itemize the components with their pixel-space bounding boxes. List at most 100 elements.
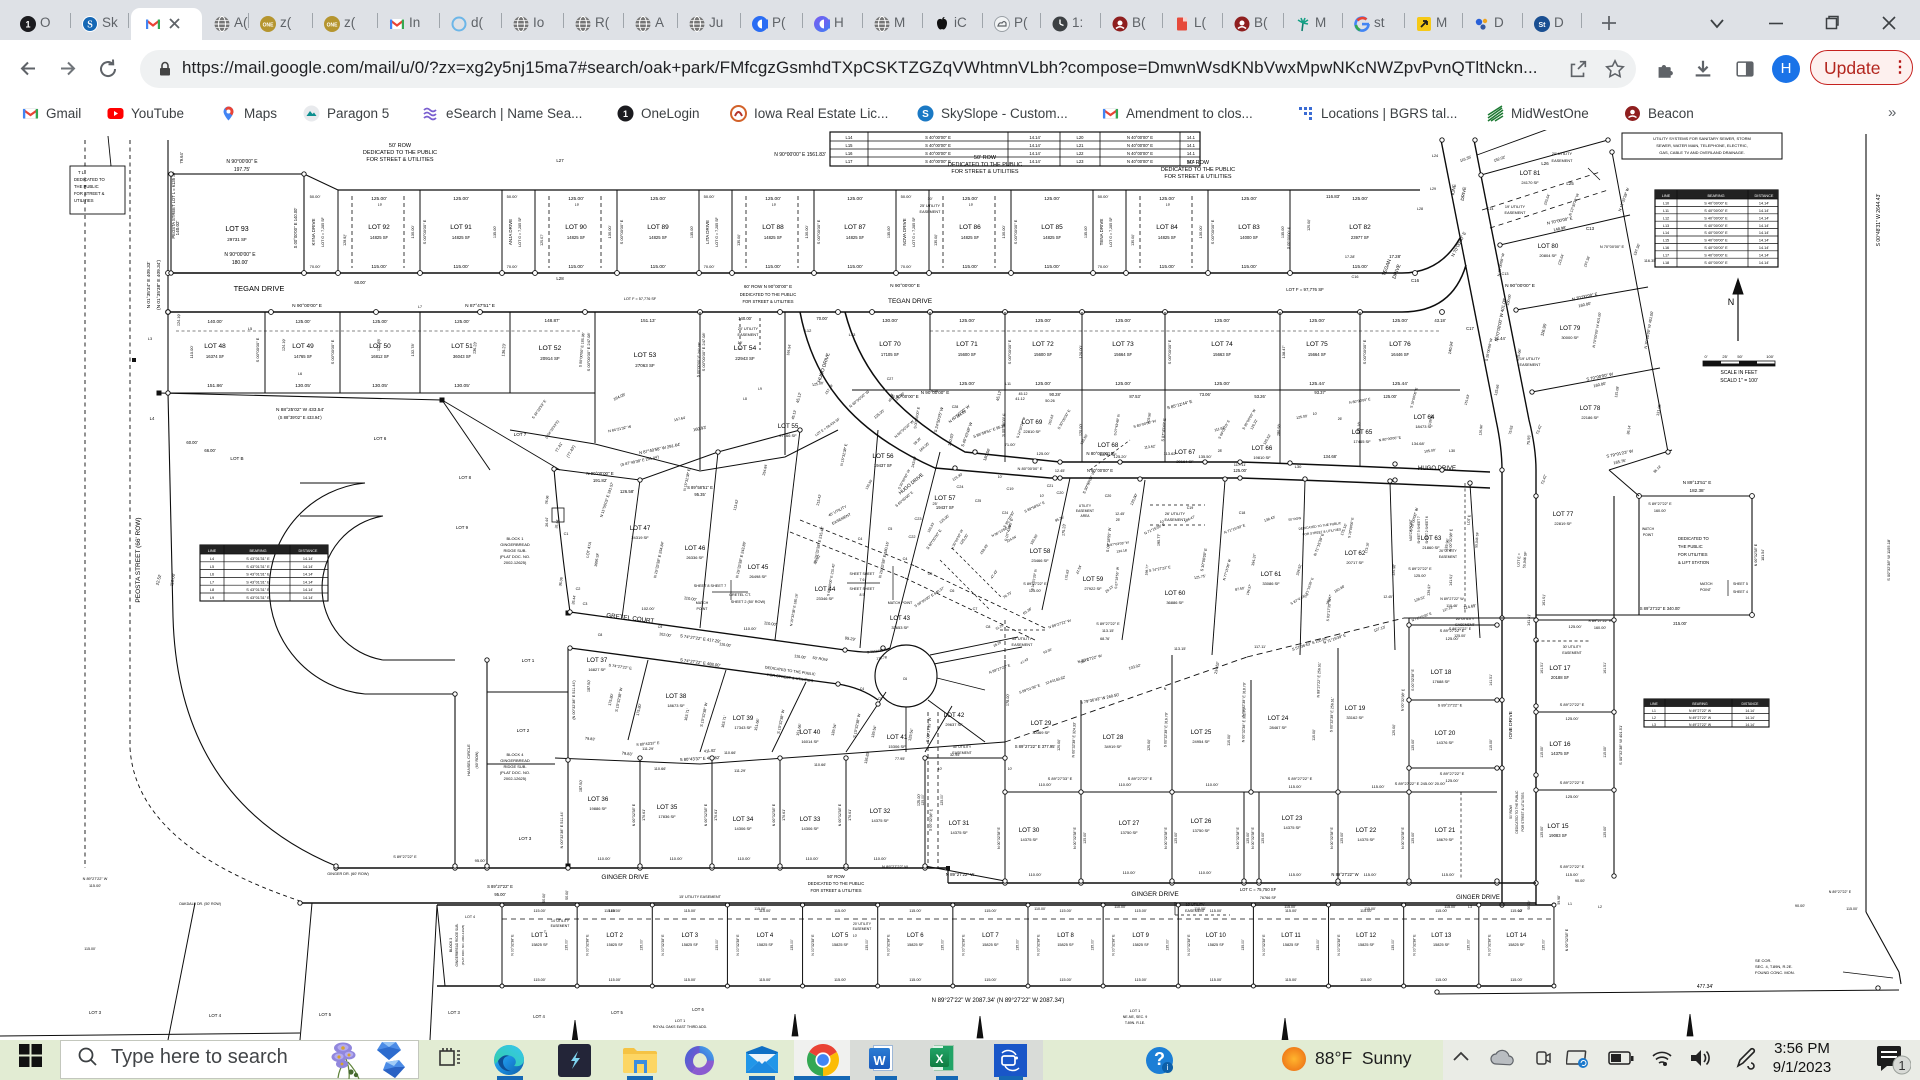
- svg-text:N 15°32'38" E 254.84': N 15°32'38" E 254.84': [653, 541, 665, 578]
- svg-text:LOT 17: LOT 17: [1549, 665, 1571, 672]
- svg-text:19886 SF: 19886 SF: [589, 806, 607, 811]
- svg-text:GINGER DRIVE: GINGER DRIVE: [1456, 895, 1500, 901]
- svg-text:124.19': 124.19': [282, 338, 286, 351]
- svg-text:19' UTILITY: 19' UTILITY: [1505, 205, 1526, 209]
- svg-text:S 60°00'00" W: S 60°00'00" W: [1133, 419, 1157, 429]
- svg-text:N 90°00'00" E 1561.83': N 90°00'00" E 1561.83': [774, 152, 826, 158]
- svg-text:110.00': 110.00': [1039, 782, 1052, 787]
- svg-text:115.00': 115.00': [1060, 978, 1072, 982]
- svg-text:19437 SF: 19437 SF: [936, 505, 955, 510]
- svg-text:LOT 63: LOT 63: [1421, 535, 1442, 542]
- svg-text:135.00': 135.00': [1466, 939, 1470, 950]
- svg-text:117.11': 117.11': [1234, 462, 1247, 467]
- svg-text:LOT G = 7,285 SF: LOT G = 7,285 SF: [715, 217, 719, 247]
- svg-text:50' ROW: 50' ROW: [812, 656, 828, 662]
- svg-text:SHEET SHEET: SHEET SHEET: [850, 587, 876, 591]
- svg-text:125.20': 125.20': [1114, 454, 1127, 459]
- svg-text:(PLAT DOC. NO.: (PLAT DOC. NO.: [500, 554, 530, 559]
- svg-text:C19: C19: [1007, 487, 1014, 491]
- svg-text:N 71°15'39" E: N 71°15'39" E: [1223, 523, 1246, 535]
- svg-text:21.44': 21.44': [1494, 336, 1505, 341]
- svg-text:125.00': 125.00': [1214, 381, 1230, 387]
- svg-text:S 10°00'00" E: S 10°00'00" E: [1347, 516, 1355, 538]
- svg-text:LOT 15: LOT 15: [1547, 823, 1569, 830]
- svg-text:140.02': 140.02': [175, 221, 180, 236]
- svg-text:N 71°15'39" E: N 71°15'39" E: [1313, 532, 1325, 556]
- svg-text:LOT 57: LOT 57: [934, 495, 956, 502]
- svg-text:LOT 90: LOT 90: [565, 224, 587, 231]
- svg-text:120.00': 120.00': [1078, 345, 1083, 358]
- svg-text:S 20°00'00" W: S 20°00'00" W: [1485, 337, 1494, 361]
- svg-text:110.00': 110.00': [1034, 907, 1046, 911]
- svg-text:172.76': 172.76': [876, 655, 888, 661]
- svg-text:110.00': 110.00': [1119, 782, 1132, 787]
- svg-text:135.00': 135.00': [1541, 939, 1545, 950]
- svg-text:14.14': 14.14': [1759, 216, 1770, 220]
- svg-text:115.00': 115.00': [84, 947, 96, 951]
- svg-text:16374 SF: 16374 SF: [206, 354, 225, 359]
- svg-text:LOT 88: LOT 88: [762, 224, 784, 231]
- svg-text:113.62': 113.62': [733, 498, 739, 510]
- svg-text:23977 SF: 23977 SF: [1351, 235, 1370, 240]
- svg-text:N 89°27'22" W 2087.34' (N 89: N 89°27'22" W 2087.34' (N 89°27'22" W 20…: [932, 998, 1065, 1004]
- svg-text:71.00': 71.00': [1005, 442, 1016, 447]
- svg-text:141.51': 141.51': [1489, 674, 1493, 686]
- svg-text:N 00°32'38" E: N 00°32'38" E: [772, 803, 776, 826]
- svg-text:136.83': 136.83': [864, 751, 871, 764]
- svg-text:LOT 32: LOT 32: [870, 808, 891, 815]
- svg-text:C3: C3: [583, 602, 588, 606]
- svg-text:14.1: 14.1: [1187, 135, 1196, 140]
- svg-text:L15: L15: [1663, 239, 1669, 243]
- svg-text:194.37': 194.37': [1246, 584, 1253, 596]
- svg-text:215.42': 215.42': [816, 493, 822, 506]
- svg-text:135.00': 135.00': [1198, 225, 1203, 238]
- svg-text:T.89N. R.1E.: T.89N. R.1E.: [1125, 1021, 1145, 1025]
- svg-text:128.92': 128.92': [343, 234, 347, 246]
- svg-text:S 00°00'00" E 140.00': S 00°00'00" E 140.00': [293, 207, 298, 248]
- svg-text:S 89°27'22" E 377.95': S 89°27'22" E 377.95': [1015, 744, 1056, 749]
- svg-text:125.00': 125.00': [1309, 318, 1325, 324]
- svg-text:73.42': 73.42': [1540, 474, 1547, 485]
- svg-text:14.14': 14.14': [1745, 709, 1754, 713]
- svg-text:181.54': 181.54': [1761, 549, 1765, 561]
- svg-text:LOT 33: LOT 33: [800, 816, 821, 823]
- svg-text:N 40°00'00" E: N 40°00'00" E: [1127, 135, 1153, 140]
- svg-text:125.00': 125.00': [1057, 739, 1061, 751]
- svg-text:N 89°13'51" E: N 89°13'51" E: [1683, 480, 1712, 485]
- svg-text:L21: L21: [1077, 143, 1085, 148]
- svg-text:197.75': 197.75': [234, 167, 250, 173]
- svg-text:135.00': 135.00': [804, 225, 809, 238]
- svg-text:L30: L30: [1449, 449, 1455, 453]
- svg-text:GAS, CABLE TV AND OVERLAND DRA: GAS, CABLE TV AND OVERLAND DRAINAGE.: [1659, 150, 1745, 155]
- svg-text:125.07': 125.07': [540, 234, 544, 246]
- svg-text:125.52': 125.52': [1262, 433, 1271, 445]
- svg-text:164.05': 164.05': [955, 409, 967, 419]
- svg-text:N 89°27'22" E: N 89°27'22" E: [988, 663, 1011, 675]
- svg-text:N 00°32'38" E: N 00°32'38" E: [1164, 826, 1168, 848]
- svg-text:10': 10': [1313, 412, 1318, 416]
- svg-text:110.00': 110.00': [1194, 907, 1206, 911]
- svg-text:S 89°27'33" E: S 89°27'33" E: [1048, 776, 1073, 781]
- svg-text:151.63': 151.63': [1464, 394, 1471, 406]
- svg-text:N 90°00'00" E: N 90°00'00" E: [1505, 283, 1535, 289]
- svg-text:175.23': 175.23': [1061, 523, 1066, 536]
- svg-text:125.00': 125.00': [1566, 794, 1579, 799]
- svg-text:157.64': 157.64': [674, 416, 687, 422]
- svg-text:110.00': 110.00': [670, 856, 683, 861]
- svg-text:LOT 41: LOT 41: [887, 734, 908, 741]
- svg-text:LOT 65: LOT 65: [1352, 429, 1373, 436]
- svg-text:125.00': 125.00': [959, 318, 975, 324]
- svg-text:14.14': 14.14': [303, 596, 314, 600]
- svg-text:TENA DRIVE: TENA DRIVE: [1099, 219, 1104, 246]
- svg-text:234.52': 234.52': [1214, 661, 1220, 674]
- svg-text:S 43°01'31" E: S 43°01'31" E: [246, 580, 270, 584]
- svg-text:79.83': 79.83': [585, 737, 596, 742]
- svg-text:135.00': 135.00': [1166, 939, 1170, 950]
- svg-text:S 89°27'22" E: S 89°27'22" E: [1096, 622, 1120, 626]
- svg-text:115.00': 115.00': [834, 909, 846, 913]
- svg-text:10': 10': [1008, 767, 1013, 771]
- svg-text:125.44': 125.44': [1309, 381, 1325, 387]
- svg-text:L10: L10: [1663, 202, 1669, 206]
- svg-text:3995 SF: 3995 SF: [594, 552, 600, 567]
- svg-text:138.47': 138.47': [1281, 345, 1286, 358]
